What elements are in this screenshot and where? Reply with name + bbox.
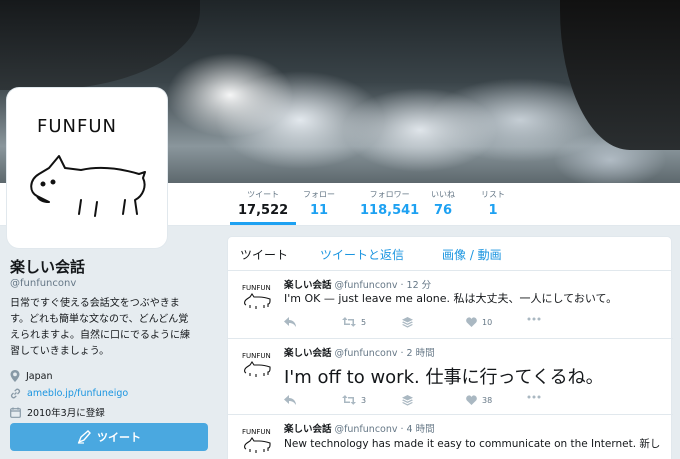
banner-rock-left [0,0,200,90]
tweet-button-label: ツイート [97,431,141,444]
calendar-icon [10,407,21,418]
retweet-count: 3 [361,395,367,405]
tweet-meta[interactable]: @funfunconv · 2 時間 [335,348,435,359]
stat-label: フォロー [303,190,335,199]
reply-button[interactable] [284,317,296,327]
tweet-header: 楽しい会話 @funfunconv · 12 分 [284,277,431,291]
banner-rock-right [560,0,680,150]
reply-icon [284,395,296,405]
like-count: 38 [482,395,493,405]
tweet-text: I'm OK — just leave me alone. 私は大丈夫、一人にし… [284,292,618,305]
like-count: 10 [482,317,493,327]
profile-handle[interactable]: @funfunconv [10,278,210,289]
retweet-count: 5 [361,317,367,327]
tweet-actions: 5 10 [284,317,554,331]
timeline-tabs: ツイート ツイートと返信 画像 / 動画 [228,237,671,271]
more-dots-icon [527,395,541,399]
profile-location: Japan [10,370,210,382]
stat-value: 1 [488,203,498,218]
profile-avatar[interactable]: FUNFUN [7,88,167,248]
dog-drawing-icon [30,155,146,217]
compose-quill-icon [77,430,91,444]
tab-media[interactable]: 画像 / 動画 [442,246,502,263]
tweet-author-name[interactable]: 楽しい会話 [284,424,332,435]
tweet-text: I'm off to work. 仕事に行ってくるね。 [284,367,604,388]
tweet-to-button[interactable]: ツイート [10,423,208,451]
tweet-avatar-icon[interactable]: FUNFUN [242,281,274,313]
tweet-header: 楽しい会話 @funfunconv · 4 時間 [284,421,435,435]
reply-icon [284,317,296,327]
tweet-item[interactable]: FUNFUN 楽しい会話 @funfunconv · 4 時間 New tech… [228,415,673,459]
tweet-author-name[interactable]: 楽しい会話 [284,348,332,359]
link-icon [10,388,21,399]
timeline-panel: ツイート ツイートと返信 画像 / 動画 FUNFUN 楽しい会話 @funfu… [227,236,673,459]
profile-bio: 日常ですぐ使える会話文をつぶやきま す。どれも簡単な文なので、どんどん覚 えられ… [10,296,210,360]
stat-label: リスト [481,190,505,199]
location-pin-icon [10,370,20,382]
reply-button[interactable] [284,395,296,405]
stat-label: いいね [431,190,455,199]
stat-value: 76 [433,203,453,218]
profile-url: ameblo.jp/funfuneigo [10,388,210,399]
stack-icon [402,395,413,406]
tweet-text: New technology has made it easy to commu… [284,438,661,450]
retweet-button[interactable]: 5 [342,317,366,327]
stack-button[interactable] [402,395,413,406]
joined-text: 2010年3月に登録 [27,408,105,419]
stack-icon [402,317,413,328]
retweet-button[interactable]: 3 [342,395,366,405]
stat-following[interactable]: フォロー 11 [303,189,335,218]
stat-label: ツイート [247,190,280,199]
more-button[interactable] [527,317,541,321]
tweet-item[interactable]: FUNFUN 楽しい会話 @funfunconv · 2 時間 I'm off … [228,339,673,415]
avatar-logo-text: FUNFUN [242,284,271,292]
profile-name[interactable]: 楽しい会話 [10,256,210,277]
tweet-avatar-icon[interactable]: FUNFUN [242,349,274,381]
retweet-icon [342,395,356,405]
profile-joined: 2010年3月に登録 [10,405,210,419]
avatar-logo-text: FUNFUN [37,116,117,137]
retweet-icon [342,317,356,327]
stat-value: 118,541 [360,203,420,218]
tweet-avatar-icon[interactable]: FUNFUN [242,425,274,457]
profile-url-link[interactable]: ameblo.jp/funfuneigo [27,388,128,399]
bio-line: 日常ですぐ使える会話文をつぶやきま [10,298,180,309]
tweet-actions: 3 38 [284,395,554,409]
stat-followers[interactable]: フォロワー 118,541 [360,189,419,218]
like-button[interactable]: 38 [466,395,492,405]
tab-tweets[interactable]: ツイート [240,246,288,263]
tweet-header: 楽しい会話 @funfunconv · 2 時間 [284,345,435,359]
bio-line: す。どれも簡単な文なので、どんどん覚 [10,314,189,325]
stat-lists[interactable]: リスト 1 [481,189,505,218]
stat-value: 11 [309,203,329,218]
bio-line: えられますよ。自然に口にでるように練 [10,330,190,341]
stack-button[interactable] [402,317,413,328]
more-button[interactable] [527,395,541,399]
more-dots-icon [527,317,541,321]
tab-tweets-and-replies[interactable]: ツイートと返信 [320,246,404,263]
stat-likes[interactable]: いいね 76 [431,189,455,218]
profile-card: 楽しい会話 @funfunconv 日常ですぐ使える会話文をつぶやきま す。どれ… [10,256,210,419]
stat-label: フォロワー [369,190,410,199]
stat-value: 17,522 [238,203,289,218]
location-text: Japan [26,370,53,382]
like-button[interactable]: 10 [466,317,492,327]
tweet-meta[interactable]: @funfunconv · 4 時間 [335,424,435,435]
tweet-item[interactable]: FUNFUN 楽しい会話 @funfunconv · 12 分 I'm OK —… [228,271,673,339]
bio-line: 習していきましょう。 [10,346,110,357]
avatar-logo-text: FUNFUN [242,428,271,436]
avatar-logo-text: FUNFUN [242,352,271,360]
heart-icon [466,395,477,405]
stat-tweets[interactable]: ツイート 17,522 [229,189,297,225]
heart-icon [466,317,477,327]
